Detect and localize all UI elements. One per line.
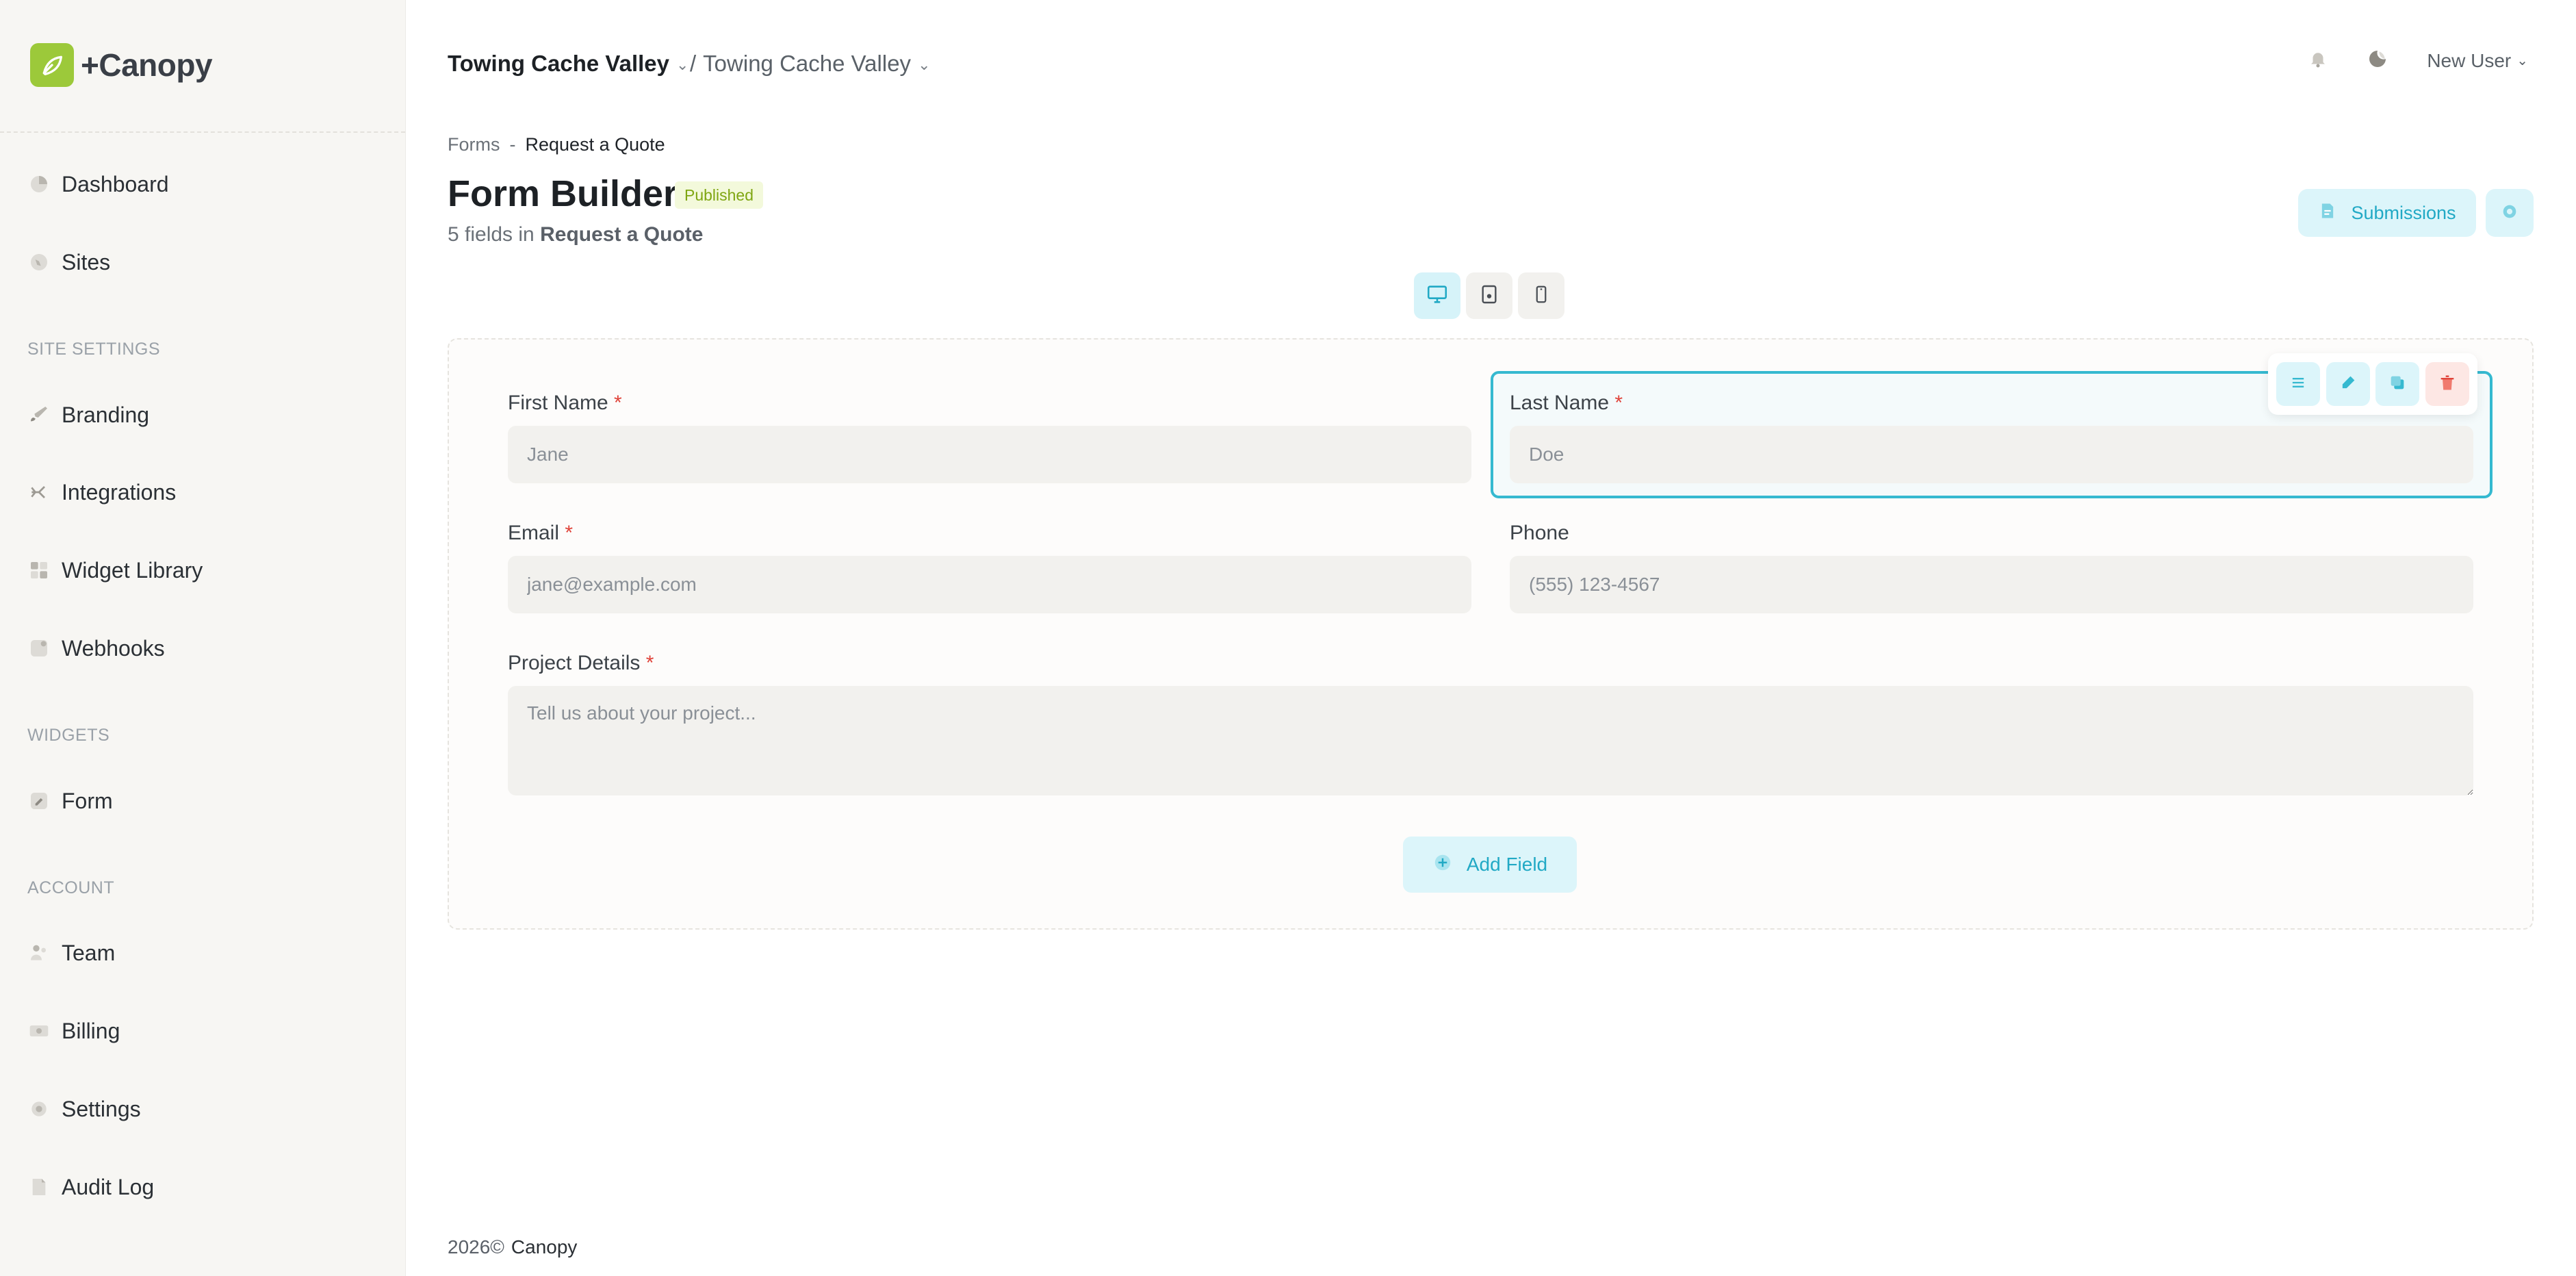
field-options-button[interactable] [2276, 362, 2321, 406]
grid-icon [27, 559, 51, 582]
chevron-down-icon: ⌄ [676, 56, 689, 73]
sidebar-item-audit-log[interactable]: Audit Log [27, 1166, 376, 1208]
breadcrumb-forms[interactable]: Forms [448, 134, 500, 155]
required-marker: * [614, 392, 622, 414]
sidebar-item-sites[interactable]: Sites [27, 242, 376, 283]
sidebar-item-webhooks[interactable]: Webhooks [27, 628, 376, 669]
chevron-down-icon: ⌄ [918, 56, 931, 73]
sidebar-divider [0, 131, 405, 133]
canopy-logo-icon [30, 43, 74, 87]
plug-icon [27, 481, 51, 504]
section-account: ACCOUNT [27, 878, 115, 897]
list-icon [2289, 373, 2308, 396]
webhook-icon [27, 637, 51, 660]
gear-icon [27, 1097, 51, 1121]
delete-field-button[interactable] [2425, 362, 2469, 406]
brand[interactable]: +Canopy [30, 42, 213, 88]
sidebar-item-branding[interactable]: Branding [27, 394, 376, 435]
last-name-input[interactable] [1510, 426, 2473, 483]
device-preview-toggles [1414, 272, 1564, 319]
org-switcher[interactable]: Towing Cache Valley ⌄ [448, 51, 688, 77]
project-details-textarea[interactable] [508, 686, 2473, 795]
first-name-input[interactable] [508, 426, 1471, 483]
plus-icon [1432, 852, 1453, 878]
header-actions: New User ⌄ [2308, 48, 2528, 73]
desktop-view-button[interactable] [1414, 272, 1460, 319]
field-first-name[interactable]: First Name * [508, 392, 1471, 483]
email-input[interactable] [508, 556, 1471, 613]
theme-toggle-icon[interactable] [2367, 48, 2388, 73]
field-project-details[interactable]: Project Details * [508, 652, 2473, 799]
breadcrumb-current: Request a Quote [525, 134, 665, 155]
submissions-button[interactable]: Submissions [2298, 189, 2476, 237]
brand-name: +Canopy [81, 47, 213, 83]
site-switcher[interactable]: / Towing Cache Valley ⌄ [690, 51, 931, 77]
breadcrumb: Forms - Request a Quote [448, 134, 665, 155]
tablet-icon [1478, 283, 1500, 309]
form-icon [27, 789, 51, 813]
sidebar: +Canopy Dashboard Sites SITE SETTINGS Br… [0, 0, 406, 1276]
sidebar-item-widget-library[interactable]: Widget Library [27, 550, 376, 591]
sidebar-item-settings[interactable]: Settings [27, 1088, 376, 1130]
document-icon [27, 1175, 51, 1199]
trash-icon [2438, 373, 2457, 396]
add-field-button[interactable]: Add Field [1403, 837, 1577, 893]
phone-input[interactable] [1510, 556, 2473, 613]
sidebar-item-billing[interactable]: Billing [27, 1010, 376, 1051]
team-icon [27, 941, 51, 965]
sidebar-item-dashboard[interactable]: Dashboard [27, 164, 376, 205]
footer: 2026© Canopy [448, 1236, 578, 1258]
bell-icon[interactable] [2308, 49, 2328, 73]
field-toolbar [2268, 353, 2477, 415]
header-separator: / [690, 51, 697, 76]
globe-icon [27, 251, 51, 274]
footer-brand-link[interactable]: Canopy [511, 1236, 578, 1258]
required-marker: * [565, 522, 574, 544]
field-phone[interactable]: Phone [1510, 522, 2473, 613]
section-site-settings: SITE SETTINGS [27, 340, 161, 359]
form-settings-button[interactable] [2486, 189, 2534, 237]
brush-icon [27, 403, 51, 426]
chevron-down-icon: ⌄ [2516, 53, 2528, 68]
section-widgets: WIDGETS [27, 726, 110, 745]
tablet-view-button[interactable] [1466, 272, 1512, 319]
mobile-icon [1531, 284, 1551, 308]
mobile-view-button[interactable] [1518, 272, 1564, 319]
required-marker: * [1614, 392, 1623, 414]
duplicate-field-button[interactable] [2375, 362, 2420, 406]
gear-icon [2500, 202, 2519, 225]
sidebar-item-integrations[interactable]: Integrations [27, 472, 376, 513]
billing-icon [27, 1019, 51, 1043]
edit-field-button[interactable] [2326, 362, 2370, 406]
pencil-icon [2339, 373, 2358, 396]
user-menu[interactable]: New User ⌄ [2427, 50, 2528, 72]
required-marker: * [645, 652, 654, 674]
field-email[interactable]: Email * [508, 522, 1471, 613]
desktop-icon [1426, 283, 1449, 309]
pie-chart-icon [27, 173, 51, 196]
sidebar-item-form[interactable]: Form [27, 780, 376, 821]
page-subtitle: 5 fields in Request a Quote [448, 223, 704, 246]
sidebar-item-team[interactable]: Team [27, 932, 376, 973]
page-title: Form Builder [448, 173, 678, 214]
document-icon [2318, 201, 2337, 225]
status-badge: Published [675, 181, 764, 209]
copy-icon [2388, 373, 2407, 396]
